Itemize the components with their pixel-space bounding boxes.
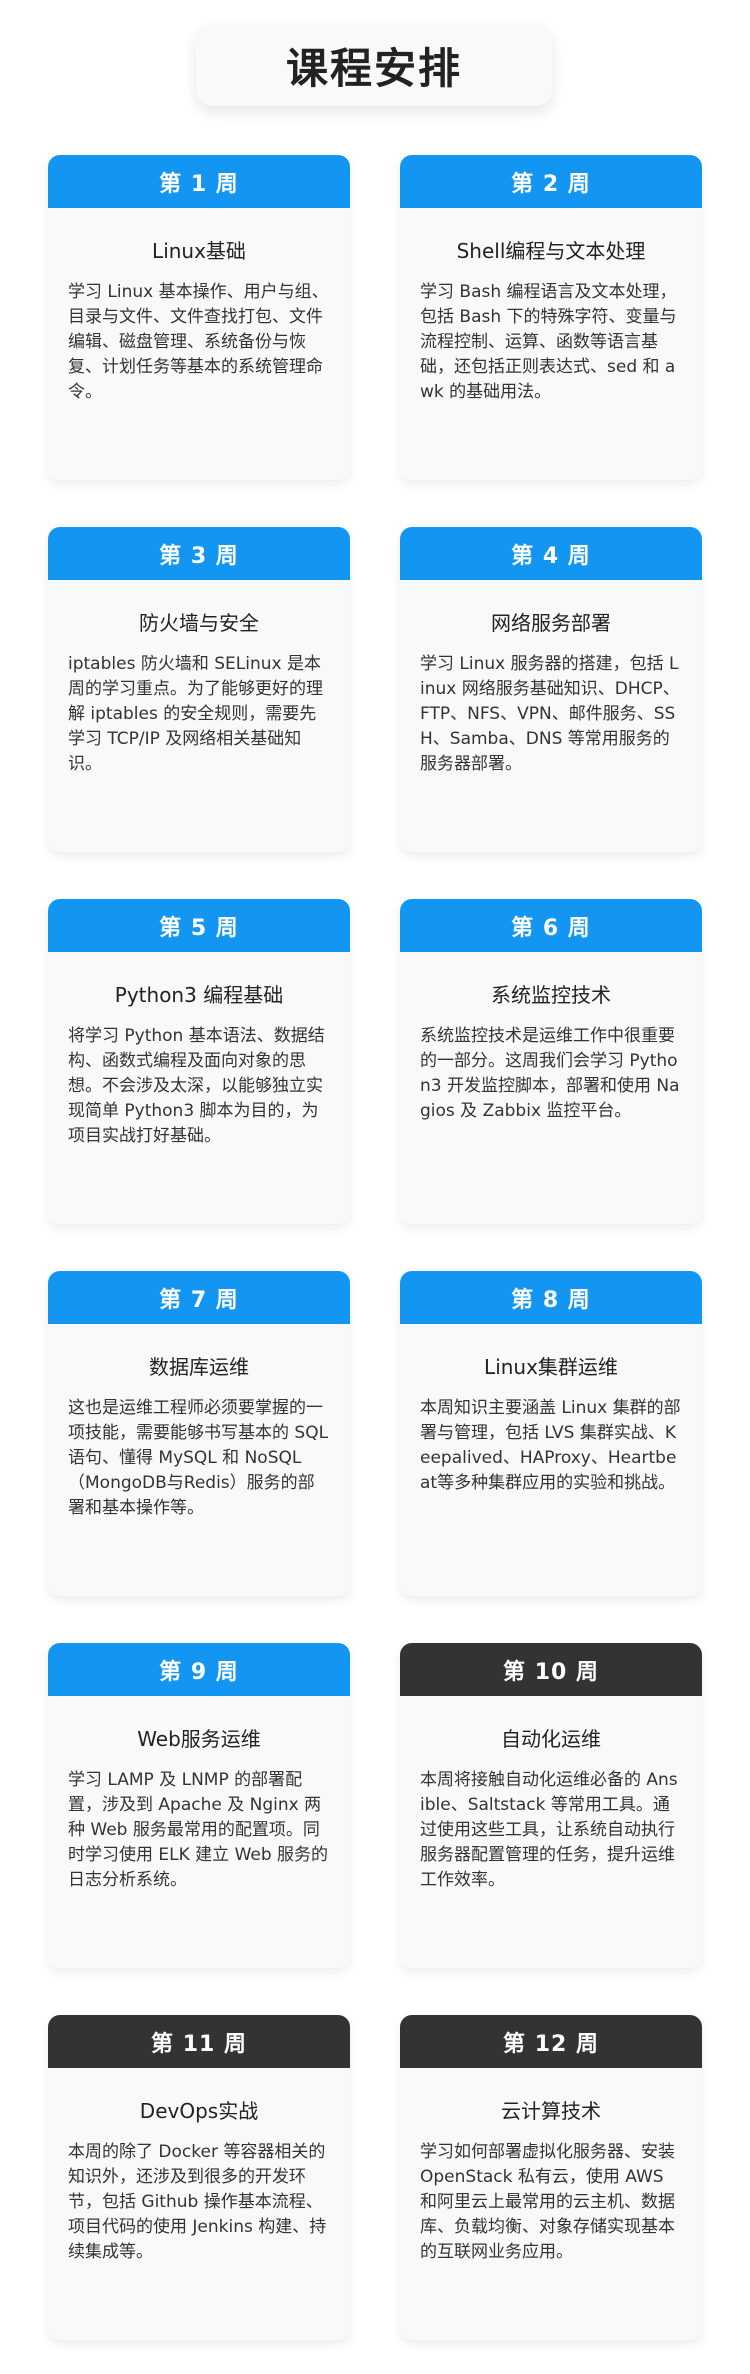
week-card: 第 5 周 Python3 编程基础 将学习 Python 基本语法、数据结构、…: [48, 899, 350, 1224]
week-label: 第 12 周: [400, 2015, 702, 2068]
week-label: 第 9 周: [48, 1643, 350, 1696]
week-description: iptables 防火墙和 SELinux 是本周的学习重点。为了能够更好的理解…: [68, 654, 323, 774]
week-label: 第 10 周: [400, 1643, 702, 1696]
course-schedule-grid: 第 1 周 Linux基础 学习 Linux 基本操作、用户与组、目录与文件、文…: [48, 155, 702, 2340]
week-title: Linux集群运维: [484, 1355, 618, 1379]
week-card: 第 9 周 Web服务运维 学习 LAMP 及 LNMP 的部署配置，涉及到 A…: [48, 1643, 350, 1968]
week-title: DevOps实战: [139, 2099, 259, 2123]
week-title: Web服务运维: [137, 1727, 261, 1751]
week-label: 第 11 周: [48, 2015, 350, 2068]
week-title: 防火墙与安全: [139, 611, 259, 635]
week-title: 系统监控技术: [491, 983, 611, 1007]
week-label: 第 1 周: [48, 155, 350, 208]
week-label: 第 8 周: [400, 1271, 702, 1324]
week-title: 云计算技术: [501, 2099, 601, 2123]
week-description: 学习 LAMP 及 LNMP 的部署配置，涉及到 Apache 及 Nginx …: [68, 1770, 329, 1890]
week-card: 第 6 周 系统监控技术 系统监控技术是运维工作中很重要的一部分。这周我们会学习…: [400, 899, 702, 1224]
week-title: Python3 编程基础: [114, 983, 284, 1007]
week-title: 网络服务部署: [491, 611, 611, 635]
week-title: Linux基础: [152, 239, 246, 263]
week-card: 第 1 周 Linux基础 学习 Linux 基本操作、用户与组、目录与文件、文…: [48, 155, 350, 480]
week-card: 第 12 周 云计算技术 学习如何部署虚拟化服务器、安装 OpenStack 私…: [400, 2015, 702, 2340]
week-card: 第 7 周 数据库运维 这也是运维工程师必须要掌握的一项技能，需要能够书写基本的…: [48, 1271, 350, 1596]
week-description: 将学习 Python 基本语法、数据结构、函数式编程及面向对象的思想。不会涉及太…: [68, 1026, 325, 1146]
week-label: 第 6 周: [400, 899, 702, 952]
week-description: 学习 Bash 编程语言及文本处理，包括 Bash 下的特殊字符、变量与流程控制…: [420, 282, 677, 402]
week-label: 第 7 周: [48, 1271, 350, 1324]
week-card: 第 8 周 Linux集群运维 本周知识主要涵盖 Linux 集群的部署与管理，…: [400, 1271, 702, 1596]
week-description: 学习 Linux 服务器的搭建，包括 Linux 网络服务基础知识、DHCP、F…: [420, 654, 680, 774]
week-title: 数据库运维: [149, 1355, 249, 1379]
week-card: 第 10 周 自动化运维 本周将接触自动化运维必备的 Ansible、Salts…: [400, 1643, 702, 1968]
week-title: 自动化运维: [501, 1727, 601, 1751]
week-label: 第 2 周: [400, 155, 702, 208]
week-label: 第 5 周: [48, 899, 350, 952]
page-title-banner: 课程安排: [196, 24, 552, 106]
week-description: 本周的除了 Docker 等容器相关的知识外，还涉及到很多的开发环节，包括 Gi…: [68, 2142, 327, 2262]
week-description: 学习如何部署虚拟化服务器、安装 OpenStack 私有云，使用 AWS 和阿里…: [420, 2142, 675, 2262]
week-card: 第 3 周 防火墙与安全 iptables 防火墙和 SELinux 是本周的学…: [48, 527, 350, 852]
week-card: 第 11 周 DevOps实战 本周的除了 Docker 等容器相关的知识外，还…: [48, 2015, 350, 2340]
week-label: 第 4 周: [400, 527, 702, 580]
week-description: 这也是运维工程师必须要掌握的一项技能，需要能够书写基本的 SQL 语句、懂得 M…: [68, 1398, 329, 1518]
week-label: 第 3 周: [48, 527, 350, 580]
week-description: 本周知识主要涵盖 Linux 集群的部署与管理，包括 LVS 集群实战、Keep…: [420, 1398, 681, 1493]
week-card: 第 4 周 网络服务部署 学习 Linux 服务器的搭建，包括 Linux 网络…: [400, 527, 702, 852]
week-description: 学习 Linux 基本操作、用户与组、目录与文件、文件查找打包、文件编辑、磁盘管…: [68, 282, 329, 402]
week-description: 本周将接触自动化运维必备的 Ansible、Saltstack 等常用工具。通过…: [420, 1770, 678, 1890]
week-title: Shell编程与文本处理: [456, 239, 646, 263]
page-title: 课程安排: [285, 43, 462, 93]
week-card: 第 2 周 Shell编程与文本处理 学习 Bash 编程语言及文本处理，包括 …: [400, 155, 702, 480]
week-description: 系统监控技术是运维工作中很重要的一部分。这周我们会学习 Python3 开发监控…: [420, 1026, 680, 1121]
